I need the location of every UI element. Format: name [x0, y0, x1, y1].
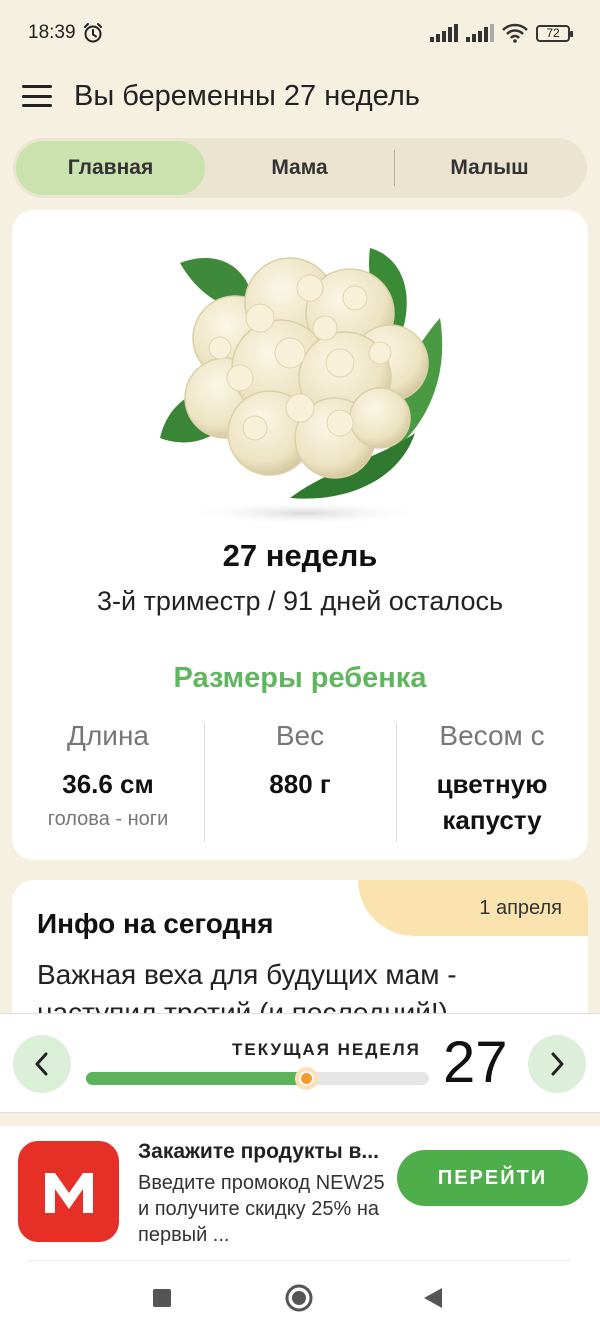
- ad-banner[interactable]: Закажите продукты в... Введите промокод …: [0, 1126, 600, 1262]
- ad-title: Закажите продукты в...: [138, 1140, 379, 1163]
- week-title: 27 недель: [222, 538, 378, 573]
- next-week-button[interactable]: [528, 1035, 586, 1093]
- week-slider[interactable]: [86, 1067, 429, 1090]
- stat-comparison: Весом с цветную капусту: [396, 720, 588, 845]
- signal-icon: [430, 24, 458, 42]
- status-bar: 18:39 72: [0, 0, 600, 66]
- week-slider-fill: [86, 1072, 306, 1085]
- status-left: 18:39: [28, 22, 104, 44]
- status-time: 18:39: [28, 22, 76, 43]
- wifi-icon: [502, 23, 528, 43]
- stat-label: Весом с: [439, 720, 545, 751]
- square-icon: [153, 1289, 171, 1307]
- stat-value: цветную капусту: [436, 769, 548, 835]
- tab-mom[interactable]: Мама: [205, 141, 394, 195]
- tab-baby[interactable]: Малыш: [395, 141, 584, 195]
- current-week-label: ТЕКУЩАЯ НЕДЕЛЯ: [232, 1040, 421, 1059]
- week-card: 27 недель 3-й триместр / 91 дней осталос…: [12, 210, 588, 860]
- tab-bar: Главная Мама Малыш: [13, 138, 587, 198]
- battery-icon: 72: [536, 24, 573, 42]
- system-nav-bar: [0, 1262, 600, 1332]
- current-week-number: 27: [443, 1030, 508, 1095]
- ad-divider: [28, 1260, 570, 1261]
- chevron-right-icon: [551, 1052, 564, 1076]
- alarm-icon: [83, 23, 102, 43]
- tab-home[interactable]: Главная: [16, 141, 205, 195]
- menu-icon[interactable]: [22, 85, 52, 107]
- baby-sizes-title: Размеры ребенка: [173, 662, 427, 694]
- week-selector: ТЕКУЩАЯ НЕДЕЛЯ 27: [0, 1013, 600, 1113]
- stat-value: 880 г: [269, 769, 331, 799]
- cauliflower-illustration: [160, 248, 443, 525]
- week-slider-thumb[interactable]: [294, 1067, 318, 1090]
- stat-length: Длина 36.6 см голова - ноги: [12, 720, 204, 845]
- signal-icon: [466, 24, 494, 42]
- trimester-subtitle: 3-й триместр / 91 дней осталось: [96, 586, 504, 616]
- stat-note: голова - ноги: [47, 808, 169, 830]
- info-title: Инфо на сегодня: [37, 908, 274, 939]
- page-title: Вы беременны 27 недель: [74, 79, 420, 112]
- triangle-back-icon: [424, 1288, 442, 1308]
- recents-button[interactable]: [152, 1288, 172, 1313]
- stat-label: Вес: [275, 720, 325, 751]
- battery-level: 72: [546, 26, 560, 40]
- magnit-logo-icon: [44, 1172, 93, 1213]
- prev-week-button[interactable]: [13, 1035, 71, 1093]
- stat-value: 36.6 см: [62, 769, 154, 799]
- ad-description: Введите промокод NEW25 и получите скидку…: [138, 1172, 385, 1246]
- back-button[interactable]: [422, 1287, 444, 1314]
- stat-label: Длина: [67, 720, 149, 751]
- circle-icon: [285, 1284, 313, 1312]
- chevron-left-icon: [35, 1052, 48, 1076]
- app-header: Вы беременны 27 недель: [0, 66, 600, 126]
- home-button[interactable]: [285, 1284, 313, 1317]
- baby-stats: Длина 36.6 см голова - ноги Вес 880 г Ве…: [12, 720, 588, 845]
- stat-weight: Вес 880 г: [204, 720, 396, 845]
- ad-app-icon[interactable]: [18, 1141, 119, 1242]
- status-right: 72: [430, 23, 573, 43]
- ad-go-button[interactable]: ПЕРЕЙТИ: [397, 1150, 588, 1206]
- date-badge: 1 апреля: [358, 880, 588, 936]
